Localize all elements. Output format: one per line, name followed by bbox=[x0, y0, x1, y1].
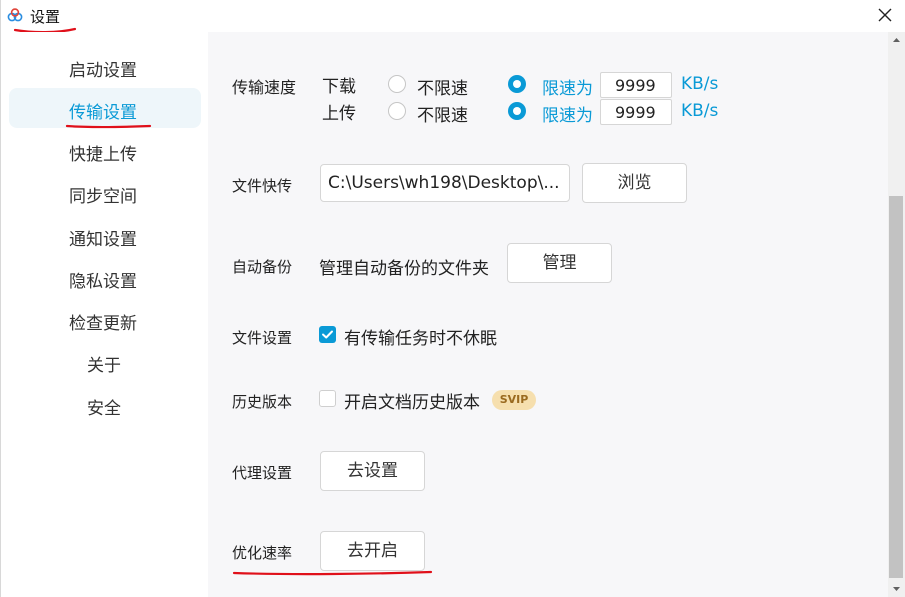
upload-limit-label: 限速为 bbox=[542, 106, 593, 126]
sidebar-item-label: 关于 bbox=[87, 356, 121, 376]
close-icon[interactable] bbox=[874, 4, 896, 26]
sidebar-item-label: 检查更新 bbox=[69, 314, 137, 334]
enable-optimize-button[interactable]: 去开启 bbox=[320, 531, 425, 571]
history-version-checkbox[interactable] bbox=[319, 390, 336, 407]
sidebar-item-label: 快捷上传 bbox=[69, 145, 137, 165]
download-unlimited-radio[interactable] bbox=[388, 75, 406, 93]
file-settings-label: 文件设置 bbox=[232, 329, 293, 347]
proxy-settings-button[interactable]: 去设置 bbox=[320, 451, 425, 491]
auto-backup-label: 自动备份 bbox=[232, 258, 293, 276]
upload-unlimited-radio[interactable] bbox=[388, 102, 406, 120]
upload-label: 上传 bbox=[322, 104, 356, 124]
scroll-up-arrow-icon[interactable] bbox=[888, 32, 905, 49]
download-limit-label: 限速为 bbox=[542, 79, 593, 99]
checkmark-icon bbox=[322, 330, 333, 339]
optimize-rate-label: 优化速率 bbox=[232, 544, 293, 562]
sidebar-item-privacy[interactable]: 隐私设置 bbox=[9, 257, 201, 297]
history-version-label: 历史版本 bbox=[232, 393, 293, 411]
settings-sidebar: 启动设置 传输设置 快捷上传 同步空间 通知设置 隐私设置 检查更新 关于 安全 bbox=[1, 32, 208, 597]
sidebar-item-startup[interactable]: 启动设置 bbox=[9, 46, 201, 86]
quick-transfer-path-field[interactable]: C:\Users\wh198\Desktop\... bbox=[320, 164, 570, 202]
scroll-down-arrow-icon[interactable] bbox=[888, 580, 905, 597]
auto-backup-description: 管理自动备份的文件夹 bbox=[319, 259, 489, 279]
manage-backup-button[interactable]: 管理 bbox=[507, 243, 612, 283]
sidebar-item-transfer[interactable]: 传输设置 bbox=[9, 88, 201, 128]
upload-unit: KB/s bbox=[681, 101, 719, 121]
scrollbar-thumb[interactable] bbox=[889, 196, 903, 578]
download-unlimited-label: 不限速 bbox=[417, 79, 468, 99]
sidebar-item-notifications[interactable]: 通知设置 bbox=[9, 215, 201, 255]
svip-badge: SVIP bbox=[492, 390, 536, 410]
sidebar-item-label: 传输设置 bbox=[69, 103, 137, 123]
sidebar-item-sync-space[interactable]: 同步空间 bbox=[9, 172, 201, 212]
sidebar-item-label: 安全 bbox=[87, 399, 121, 419]
vertical-scrollbar[interactable] bbox=[888, 32, 905, 597]
no-sleep-option-label: 有传输任务时不休眠 bbox=[344, 329, 497, 349]
sidebar-item-about[interactable]: 关于 bbox=[9, 341, 201, 381]
upload-unlimited-label: 不限速 bbox=[417, 106, 468, 126]
download-limit-radio[interactable] bbox=[508, 75, 526, 93]
baidu-netdisk-cloud-icon bbox=[7, 8, 23, 22]
sidebar-item-label: 启动设置 bbox=[69, 61, 137, 81]
quick-transfer-label: 文件快传 bbox=[232, 177, 293, 195]
transfer-speed-label: 传输速度 bbox=[232, 78, 297, 97]
settings-content: 传输速度 下载 不限速 限速为 KB/s 上传 不限速 限速为 KB/s 文件快… bbox=[208, 32, 888, 597]
optimize-annotation-underline bbox=[232, 570, 433, 576]
download-unit: KB/s bbox=[681, 74, 719, 94]
upload-speed-input[interactable] bbox=[600, 99, 672, 125]
browse-button[interactable]: 浏览 bbox=[582, 163, 687, 203]
download-speed-input[interactable] bbox=[600, 72, 672, 98]
sidebar-item-label: 隐私设置 bbox=[69, 272, 137, 292]
no-sleep-checkbox[interactable] bbox=[319, 326, 336, 343]
settings-window: 设置 启动设置 传输设置 快捷上传 同步空间 通知设置 隐私设置 检查更新 关于… bbox=[0, 0, 905, 597]
sidebar-item-label: 同步空间 bbox=[69, 187, 137, 207]
sidebar-item-check-update[interactable]: 检查更新 bbox=[9, 299, 201, 339]
window-title: 设置 bbox=[30, 8, 61, 26]
sidebar-item-quick-upload[interactable]: 快捷上传 bbox=[9, 130, 201, 170]
history-version-option-label: 开启文档历史版本 bbox=[344, 393, 480, 413]
title-bar: 设置 bbox=[1, 0, 905, 34]
upload-limit-radio[interactable] bbox=[508, 102, 526, 120]
sidebar-item-security[interactable]: 安全 bbox=[9, 384, 201, 424]
proxy-label: 代理设置 bbox=[232, 464, 293, 482]
download-label: 下载 bbox=[322, 77, 356, 97]
sidebar-item-label: 通知设置 bbox=[69, 230, 137, 250]
